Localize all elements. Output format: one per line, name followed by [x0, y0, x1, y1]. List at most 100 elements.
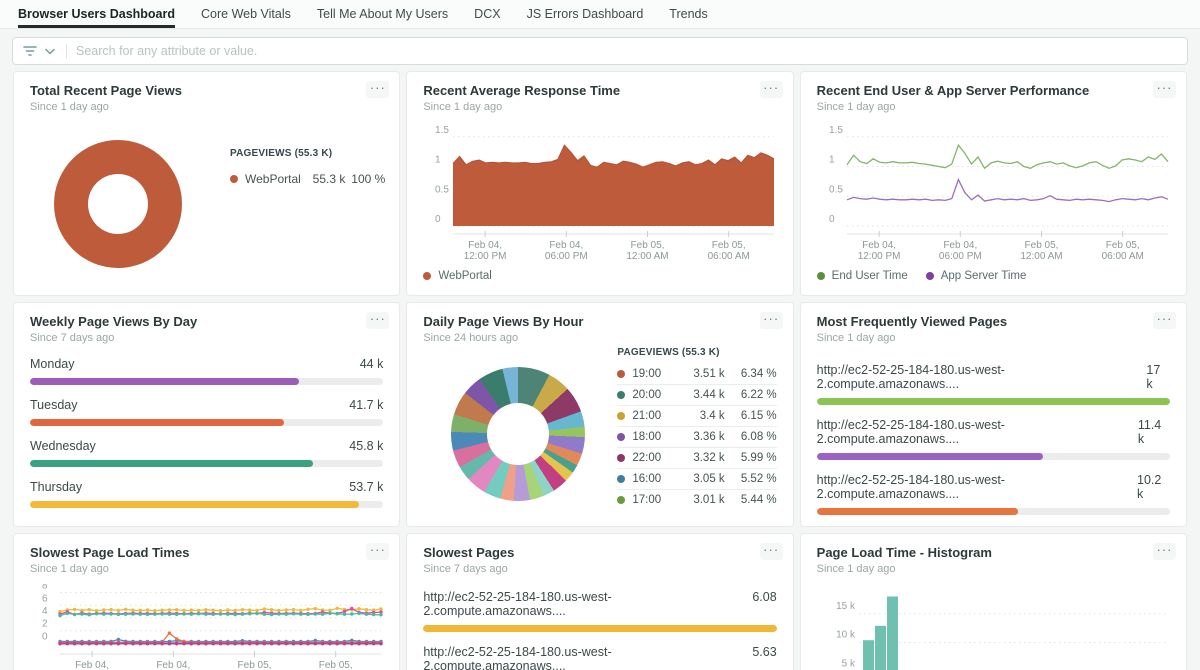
- card-daily-page-views-by-hour: Daily Page Views By Hour Since 24 hours …: [406, 302, 793, 527]
- svg-text:Feb 04,: Feb 04,: [468, 240, 502, 251]
- card-menu-button[interactable]: ···: [760, 312, 783, 329]
- svg-text:8: 8: [42, 584, 48, 592]
- legend-table-row[interactable]: 18:00 3.36 k 6.08 %: [617, 427, 776, 448]
- filter-icon[interactable]: [23, 45, 38, 57]
- svg-text:12:00 AM: 12:00 AM: [1020, 251, 1062, 262]
- legend-table-row[interactable]: 19:00 3.51 k 6.34 %: [617, 364, 776, 385]
- search-bar-row: [0, 29, 1200, 71]
- legend-header: PAGEVIEWS (55.3 K): [230, 148, 385, 159]
- card-subtitle: Since 1 day ago: [817, 101, 1170, 113]
- series-color-dot: [617, 475, 625, 483]
- bar-track: [817, 398, 1170, 405]
- svg-text:Feb 04,: Feb 04,: [75, 660, 109, 670]
- series-color-dot: [617, 412, 625, 420]
- hour-percent: 5.99 %: [725, 452, 777, 464]
- tab-trends[interactable]: Trends: [669, 0, 707, 28]
- hour-value: 3.51 k: [669, 368, 725, 380]
- bar-fill: [423, 625, 776, 632]
- card-subtitle: Since 7 days ago: [423, 563, 776, 575]
- bar-track: [30, 419, 383, 426]
- card-recent-average-response-time: Recent Average Response Time Since 1 day…: [406, 71, 793, 296]
- tab-core-web-vitals[interactable]: Core Web Vitals: [201, 0, 291, 28]
- card-subtitle: Since 7 days ago: [30, 332, 383, 344]
- legend-table-row[interactable]: 20:00 3.44 k 6.22 %: [617, 385, 776, 406]
- card-menu-button[interactable]: ···: [366, 81, 389, 98]
- legend-item[interactable]: WebPortal: [423, 270, 491, 282]
- performance-line-chart: 00.511.5Feb 04,12:00 PMFeb 04,06:00 PMFe…: [817, 122, 1174, 272]
- bar-list-row[interactable]: http://ec2-52-25-184-180.us-west-2.compu…: [817, 363, 1170, 405]
- bar-list-row[interactable]: http://ec2-52-25-184-180.us-west-2.compu…: [817, 473, 1170, 515]
- row-value: 10.2 k: [1137, 473, 1170, 501]
- svg-text:0.5: 0.5: [829, 184, 843, 195]
- svg-text:2: 2: [42, 619, 48, 630]
- bar-list-row[interactable]: Tuesday 41.7 k: [30, 398, 383, 426]
- donut-hole: [88, 174, 148, 234]
- bar-list-row[interactable]: http://ec2-52-25-184-180.us-west-2.compu…: [423, 645, 776, 670]
- row-label: http://ec2-52-25-184-180.us-west-2.compu…: [817, 363, 1147, 391]
- legend-row[interactable]: WebPortal 55.3 k 100 %: [230, 172, 385, 186]
- card-menu-button[interactable]: ···: [366, 543, 389, 560]
- tab-dcx[interactable]: DCX: [474, 0, 500, 28]
- legend-table-row[interactable]: 22:00 3.32 k 5.99 %: [617, 448, 776, 469]
- card-menu-button[interactable]: ···: [760, 543, 783, 560]
- hour-value: 3.44 k: [669, 389, 725, 401]
- svg-text:6: 6: [42, 593, 48, 604]
- hour-label: 19:00: [632, 368, 668, 380]
- series-color-dot: [617, 496, 625, 504]
- legend-item[interactable]: End User Time: [817, 270, 908, 282]
- hour-label: 17:00: [632, 494, 668, 506]
- bar-list-row[interactable]: Monday 44 k: [30, 357, 383, 385]
- svg-text:1.5: 1.5: [829, 125, 843, 136]
- legend-table-row[interactable]: 21:00 3.4 k 6.15 %: [617, 406, 776, 427]
- tab-js-errors-dashboard[interactable]: JS Errors Dashboard: [527, 0, 644, 28]
- hour-percent: 5.52 %: [725, 473, 777, 485]
- card-subtitle: Since 1 day ago: [817, 563, 1170, 575]
- row-value: 5.63: [752, 645, 776, 670]
- card-subtitle: Since 24 hours ago: [423, 332, 776, 344]
- bar-track: [30, 460, 383, 467]
- svg-text:Feb 05,: Feb 05,: [1105, 240, 1139, 251]
- series-color-dot: [423, 272, 431, 280]
- bar-track: [30, 501, 383, 508]
- card-menu-button[interactable]: ···: [1153, 312, 1176, 329]
- legend-table-row[interactable]: 17:00 3.01 k 5.44 %: [617, 490, 776, 507]
- series-color-dot: [617, 433, 625, 441]
- bar-list-row[interactable]: http://ec2-52-25-184-180.us-west-2.compu…: [817, 418, 1170, 460]
- card-menu-button[interactable]: ···: [760, 81, 783, 98]
- weekly-bar-list: Monday 44 k Tuesday 41.7 k Wednesday 45.…: [30, 357, 383, 521]
- series-label: WebPortal: [438, 270, 491, 282]
- hour-value: 3.01 k: [669, 494, 725, 506]
- tab-tell-me-about-my-users[interactable]: Tell Me About My Users: [317, 0, 448, 28]
- search-input[interactable]: [76, 44, 1177, 58]
- series-value: 55.3 k: [301, 172, 346, 186]
- card-subtitle: Since 1 day ago: [423, 101, 776, 113]
- svg-text:Feb 05,: Feb 05,: [1024, 240, 1058, 251]
- svg-text:Feb 04,: Feb 04,: [943, 240, 977, 251]
- bar-list-row[interactable]: Wednesday 45.8 k: [30, 439, 383, 467]
- series-label: WebPortal: [245, 172, 301, 186]
- card-menu-button[interactable]: ···: [1153, 543, 1176, 560]
- load-time-histogram: 5 k10 k15 k: [817, 584, 1174, 670]
- card-menu-button[interactable]: ···: [366, 312, 389, 329]
- dashboard-tab-bar: Browser Users Dashboard Core Web Vitals Te…: [0, 0, 1200, 29]
- hour-percent: 6.34 %: [725, 368, 777, 380]
- most-viewed-bar-list: http://ec2-52-25-184-180.us-west-2.compu…: [817, 363, 1170, 527]
- svg-text:06:00 PM: 06:00 PM: [545, 251, 588, 262]
- tab-browser-users-dashboard[interactable]: Browser Users Dashboard: [18, 0, 175, 28]
- svg-text:06:00 PM: 06:00 PM: [939, 251, 982, 262]
- card-menu-button[interactable]: ···: [1153, 81, 1176, 98]
- bar-fill: [30, 378, 299, 385]
- row-value: 45.8 k: [349, 439, 383, 453]
- card-title: Recent End User & App Server Performance: [817, 83, 1170, 98]
- chart-svg: 00.511.5Feb 04,12:00 PMFeb 04,06:00 PMFe…: [817, 122, 1174, 272]
- legend-item[interactable]: App Server Time: [926, 270, 1027, 282]
- svg-text:Feb 05,: Feb 05,: [712, 240, 746, 251]
- chevron-down-icon[interactable]: [45, 48, 55, 55]
- legend-table-row[interactable]: 16:00 3.05 k 5.52 %: [617, 469, 776, 490]
- card-weekly-page-views-by-day: Weekly Page Views By Day Since 7 days ag…: [13, 302, 400, 527]
- row-label: Thursday: [30, 480, 82, 494]
- chart-svg: 00.511.5Feb 04,12:00 PMFeb 04,06:00 PMFe…: [423, 122, 780, 272]
- bar-list-row[interactable]: Thursday 53.7 k: [30, 480, 383, 508]
- bar-list-row[interactable]: http://ec2-52-25-184-180.us-west-2.compu…: [423, 590, 776, 632]
- svg-text:Feb 04,: Feb 04,: [156, 660, 190, 670]
